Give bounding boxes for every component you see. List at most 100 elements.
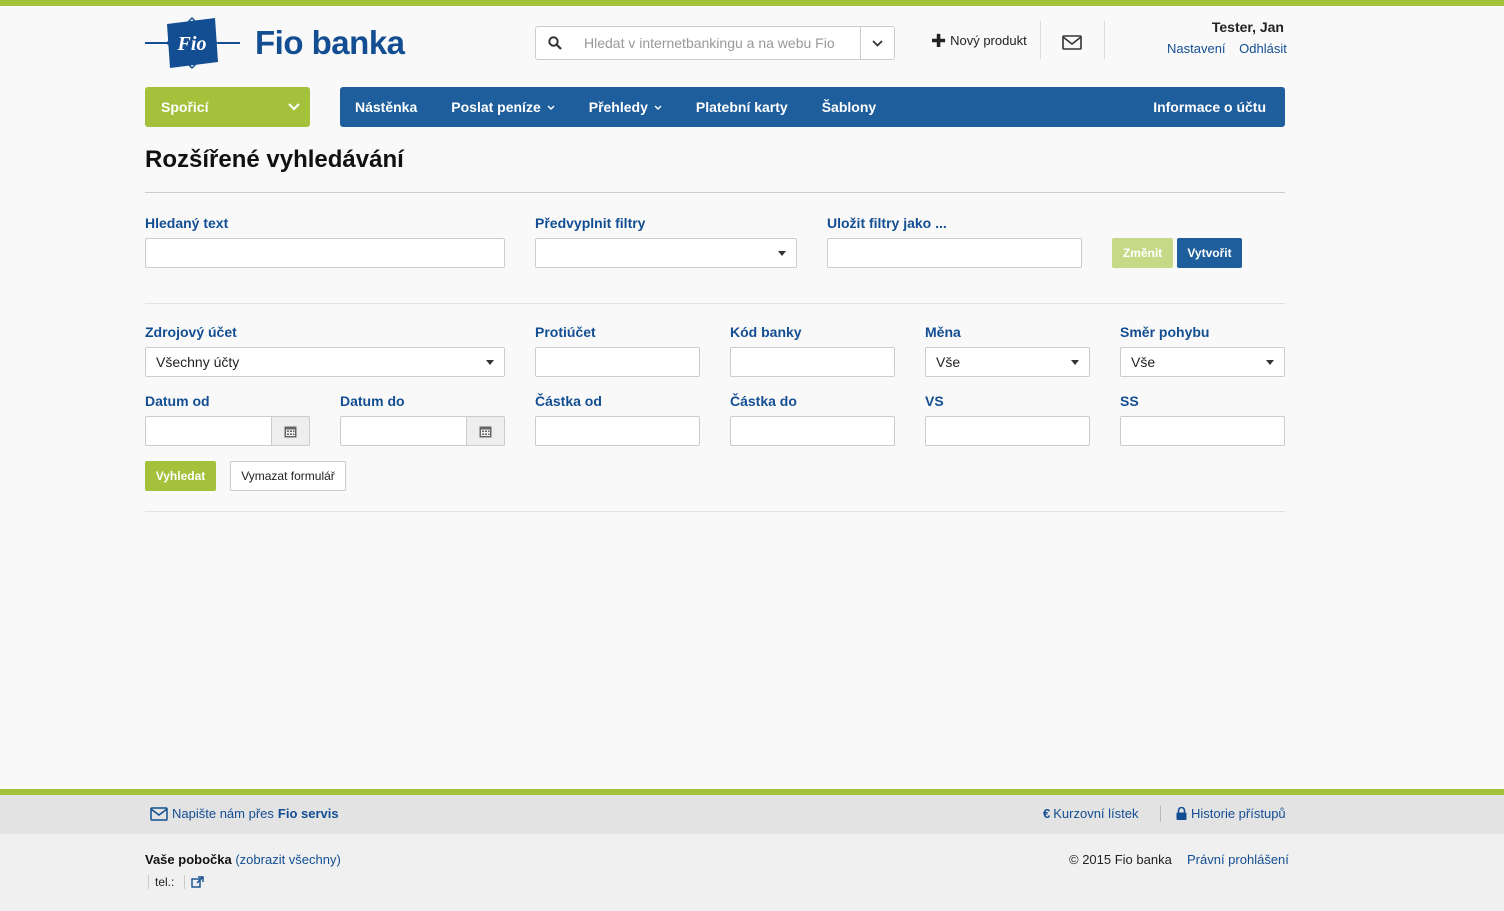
search-text-label: Hledaný text [145, 215, 229, 231]
date-to-input[interactable] [340, 416, 467, 446]
show-all-branches-link[interactable]: (zobrazit všechny) [235, 852, 340, 867]
nav-label: Platební karty [695, 99, 788, 115]
exchange-rates-link[interactable]: € Kurzovní lístek [1043, 806, 1139, 821]
ss-label: SS [1120, 393, 1139, 409]
amount-from-label: Částka od [535, 393, 602, 409]
save-filters-input[interactable] [827, 238, 1082, 268]
search-dropdown-chevron-down-icon[interactable] [860, 27, 894, 59]
settings-link[interactable]: Nastavení [1167, 41, 1226, 56]
nav-item-dashboard[interactable]: Nástěnka [340, 99, 432, 115]
legal-link[interactable]: Právní prohlášení [1187, 852, 1289, 867]
currency-select[interactable]: Vše [925, 347, 1090, 377]
nav-item-overviews[interactable]: Přehledy [574, 99, 677, 115]
prefill-filters-select[interactable] [535, 238, 797, 268]
copyright: © 2015 Fio banka [1069, 852, 1172, 867]
logout-link[interactable]: Odhlásit [1239, 41, 1287, 56]
write-us-text: Napište nám přes [172, 806, 274, 821]
date-to-label: Datum do [340, 393, 405, 409]
nav-label: Šablony [821, 99, 877, 115]
ss-input[interactable] [1120, 416, 1285, 446]
user-links: Nastavení Odhlásit [1167, 41, 1287, 56]
page-title: Rozšířené vyhledávání [145, 146, 404, 173]
source-account-select[interactable]: Všechny účty [145, 347, 505, 377]
search-icon[interactable] [536, 27, 574, 59]
chevron-down-icon [547, 105, 555, 110]
branch-label: Vaše pobočka [145, 852, 232, 867]
fio-logo[interactable]: Fio Fio banka [145, 16, 425, 70]
branch-info: Vaše pobočka (zobrazit všechny) [145, 852, 341, 867]
chevron-down-icon [654, 105, 662, 110]
mail-icon[interactable] [1062, 34, 1084, 52]
divider [148, 875, 149, 889]
counter-account-input[interactable] [535, 347, 700, 377]
nav-item-templates[interactable]: Šablony [807, 99, 891, 115]
top-accent-bar [0, 0, 1504, 6]
new-product-label: Nový produkt [950, 33, 1027, 48]
fio-logo-icon: Fio [145, 16, 240, 70]
change-button[interactable]: Změnit [1112, 238, 1173, 268]
direction-value: Vše [1131, 354, 1156, 370]
svg-text:Fio: Fio [177, 33, 207, 55]
lock-icon [1176, 807, 1187, 820]
section-divider [145, 511, 1285, 512]
clear-form-button[interactable]: Vymazat formulář [230, 461, 346, 491]
counter-account-label: Protiúčet [535, 324, 596, 340]
access-history-text: Historie přístupů [1191, 806, 1286, 821]
fio-servis-text: Fio servis [277, 806, 339, 821]
save-filters-label: Uložit filtry jako ... [827, 215, 947, 231]
nav-label: Přehledy [588, 99, 648, 115]
calendar-icon[interactable] [272, 416, 310, 446]
main-nav: Nástěnka Poslat peníze Přehledy Platební… [340, 87, 1285, 127]
euro-icon: € [1043, 806, 1051, 821]
header-divider [1040, 21, 1041, 59]
tel-label: tel.: [155, 875, 175, 889]
product-selector-label: Spořicí [161, 99, 209, 115]
amount-to-label: Částka do [730, 393, 797, 409]
caret-down-icon [486, 359, 494, 365]
new-product-button[interactable]: ✚ Nový produkt [931, 30, 1027, 51]
direction-select[interactable]: Vše [1120, 347, 1285, 377]
brand-name: Fio banka [255, 24, 405, 61]
currency-value: Vše [936, 354, 961, 370]
nav-label: Informace o účtu [1153, 99, 1266, 115]
create-button[interactable]: Vytvořit [1177, 238, 1242, 268]
caret-down-icon [1071, 359, 1079, 365]
exchange-rates-text: Kurzovní lístek [1053, 806, 1139, 821]
envelope-icon [150, 806, 168, 821]
source-account-label: Zdrojový účet [145, 324, 237, 340]
search-input[interactable] [574, 28, 860, 58]
date-to-field [340, 416, 505, 446]
bank-code-input[interactable] [730, 347, 895, 377]
branch-tel: tel.: [148, 875, 205, 889]
product-selector[interactable]: Spořicí [145, 87, 310, 127]
divider [184, 875, 186, 889]
nav-item-account-info[interactable]: Informace o účtu [1138, 99, 1281, 115]
amount-to-input[interactable] [730, 416, 895, 446]
title-divider [145, 192, 1285, 193]
date-from-label: Datum od [145, 393, 210, 409]
section-divider [145, 303, 1285, 304]
date-from-field [145, 416, 310, 446]
plus-icon: ✚ [931, 30, 947, 51]
direction-label: Směr pohybu [1120, 324, 1210, 340]
caret-down-icon [778, 250, 786, 256]
user-name: Tester, Jan [1211, 19, 1284, 35]
search-button[interactable]: Vyhledat [145, 461, 216, 491]
search-text-input[interactable] [145, 238, 505, 268]
vs-input[interactable] [925, 416, 1090, 446]
fio-servis-link[interactable]: Napište nám přes Fio servis [150, 806, 339, 821]
nav-item-send-money[interactable]: Poslat peníze [436, 99, 569, 115]
chevron-down-icon [288, 103, 300, 111]
vs-label: VS [925, 393, 944, 409]
bank-code-label: Kód banky [730, 324, 802, 340]
calendar-icon[interactable] [467, 416, 505, 446]
access-history-link[interactable]: Historie přístupů [1176, 806, 1286, 821]
nav-item-payment-cards[interactable]: Platební karty [681, 99, 803, 115]
nav-label: Poslat peníze [451, 99, 541, 115]
footer-bottom [0, 834, 1504, 911]
caret-down-icon [1266, 359, 1274, 365]
currency-label: Měna [925, 324, 961, 340]
date-from-input[interactable] [145, 416, 272, 446]
external-link-icon[interactable] [191, 876, 205, 888]
amount-from-input[interactable] [535, 416, 700, 446]
